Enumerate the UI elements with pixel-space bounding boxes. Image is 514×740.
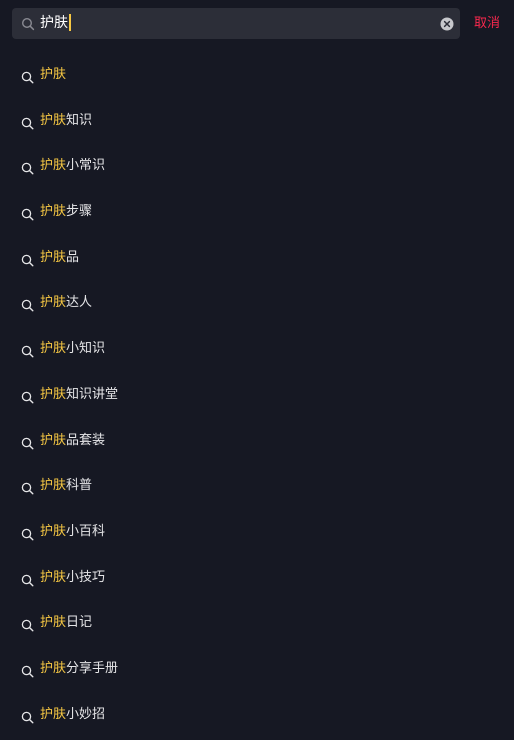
suggestion-item[interactable]: 护肤知识讲堂 [0,372,514,418]
suggestion-text: 护肤知识 [40,98,92,144]
suggestion-highlight: 护肤 [40,706,67,722]
search-query-text: 护肤 [40,15,68,31]
suggestion-item[interactable]: 护肤科普 [0,463,514,509]
suggestion-item[interactable]: 护肤小知识 [0,326,514,372]
suggestion-text: 护肤小妙招 [40,692,105,738]
suggestion-rest: 达人 [66,295,93,311]
suggestion-text: 护肤小技巧 [40,555,105,601]
suggestion-highlight: 护肤 [40,432,67,448]
suggestion-text: 护肤分享手册 [40,646,118,692]
search-icon [21,115,34,130]
suggestion-item[interactable]: 护肤小百科 [0,509,514,555]
suggestion-rest: 品 [66,249,80,265]
search-icon [21,526,34,541]
suggestion-highlight: 护肤 [40,615,67,631]
suggestion-item[interactable]: 护肤达人 [0,280,514,326]
suggestion-highlight: 护肤 [40,249,67,265]
search-icon [21,617,34,632]
clear-icon[interactable] [440,16,454,31]
suggestion-rest: 步骤 [66,204,93,220]
suggestion-rest: 小技巧 [66,569,106,585]
suggestion-highlight: 护肤 [40,204,67,220]
suggestion-text: 护肤品 [40,235,79,281]
suggestion-rest: 小知识 [66,341,106,357]
suggestion-item[interactable]: 护肤步骤 [0,189,514,235]
search-icon [21,206,34,221]
search-icon [21,572,34,587]
suggestion-highlight: 护肤 [40,67,67,82]
search-icon [21,160,34,175]
suggestion-highlight: 护肤 [40,386,67,402]
suggestion-item[interactable]: 护肤知识 [0,98,514,144]
suggestion-rest: 日记 [66,615,93,631]
search-icon [21,16,35,31]
suggestion-rest: 小百科 [66,523,106,539]
suggestion-highlight: 护肤 [40,569,67,585]
search-icon [21,663,34,678]
suggestion-highlight: 护肤 [40,523,67,539]
suggestion-item[interactable]: 护肤分享手册 [0,646,514,692]
suggestion-highlight: 护肤 [40,660,67,676]
suggestion-item[interactable]: 护肤 [0,52,514,98]
suggestion-highlight: 护肤 [40,341,67,357]
search-bar[interactable]: 护肤 [12,8,460,39]
suggestion-highlight: 护肤 [40,112,67,128]
cancel-button[interactable]: 取消 [474,8,500,39]
search-icon [21,69,34,84]
suggestion-text: 护肤步骤 [40,189,92,235]
suggestion-rest: 科普 [66,478,93,494]
search-icon [21,343,34,358]
search-icon [21,709,34,724]
suggestion-highlight: 护肤 [40,158,67,174]
suggestion-list: 护肤 护肤知识 护肤小常识 护肤步骤 护肤品 护肤达人 护肤小知识 护肤知识讲堂 护肤品套装 护肤… [0,52,514,737]
search-icon [21,252,34,267]
suggestion-text: 护肤 [40,52,66,98]
suggestion-rest: 知识 [66,112,93,128]
suggestion-rest: 知识讲堂 [66,386,119,402]
suggestion-rest: 小常识 [66,158,106,174]
suggestion-text: 护肤科普 [40,463,92,509]
suggestion-item[interactable]: 护肤日记 [0,600,514,646]
search-screen: 护肤 取消 护肤 护肤知识 护肤小常识 护肤步骤 护肤品 护肤达人 护肤小知识 护肤知识讲堂护… [0,0,514,740]
search-icon [21,297,34,312]
suggestion-highlight: 护肤 [40,478,67,494]
suggestion-item[interactable]: 护肤小技巧 [0,555,514,601]
search-icon [21,435,34,450]
suggestion-item[interactable]: 护肤品 [0,235,514,281]
suggestion-highlight: 护肤 [40,295,67,311]
suggestion-text: 护肤品套装 [40,418,105,464]
search-icon [21,389,34,404]
suggestion-item[interactable]: 护肤小妙招 [0,692,514,738]
suggestion-rest: 品套装 [66,432,106,448]
suggestion-rest: 小妙招 [66,706,106,722]
text-caret [69,13,71,31]
suggestion-text: 护肤小知识 [40,326,105,372]
suggestion-item[interactable]: 护肤小常识 [0,143,514,189]
search-icon [21,480,34,495]
suggestion-text: 护肤知识讲堂 [40,372,118,418]
suggestion-item[interactable]: 护肤品套装 [0,418,514,464]
suggestion-text: 护肤日记 [40,600,92,646]
suggestion-text: 护肤小百科 [40,509,105,555]
suggestion-rest: 分享手册 [66,660,119,676]
search-input[interactable]: 护肤 [40,8,71,39]
suggestion-text: 护肤达人 [40,280,92,326]
suggestion-text: 护肤小常识 [40,143,105,189]
